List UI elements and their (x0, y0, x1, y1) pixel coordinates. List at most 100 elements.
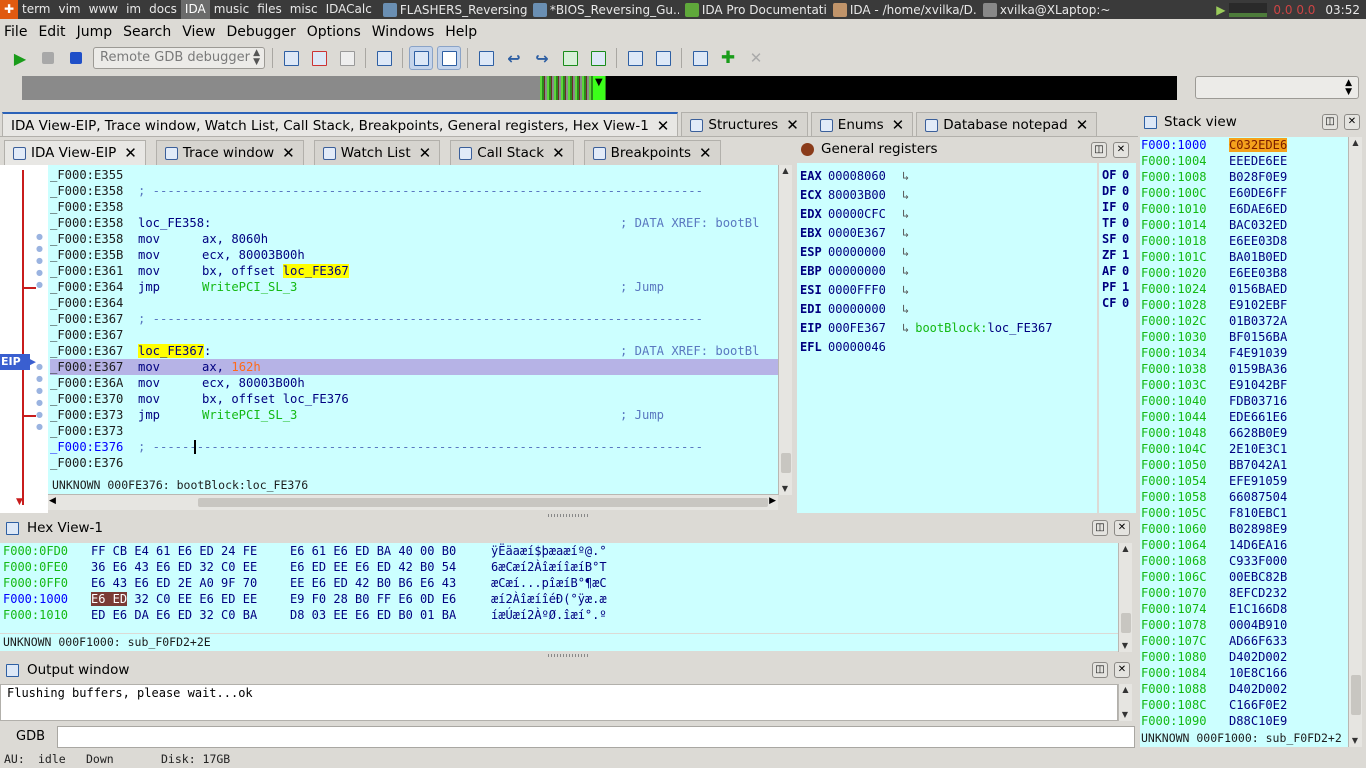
stack-close-button[interactable]: ✕ (1344, 114, 1360, 130)
stack-pane[interactable]: F000:1000 C032EDE6 F000:1004 EEEDE6EE F000:1… (1140, 137, 1348, 731)
delete-breakpoint-icon[interactable]: ✕ (744, 46, 768, 70)
jump-arrow-icon[interactable]: ↳ (902, 226, 909, 240)
task-item[interactable]: FLASHERS_Reversing... (380, 0, 530, 19)
stack-row[interactable]: F000:104C 2E10E3C1 (1141, 441, 1287, 457)
process-options-icon[interactable] (279, 46, 303, 70)
disasm-vscroll[interactable]: ▲ ▼ (778, 165, 792, 495)
menu-jump[interactable]: Jump (73, 24, 117, 40)
tab-close-icon[interactable]: ✕ (419, 144, 432, 162)
disasm-line[interactable]: _F000:E370 mov bx, offset loc_FE376 (50, 391, 778, 407)
disasm-line[interactable]: _F000:E358 (50, 199, 778, 215)
attach-process-icon[interactable] (307, 46, 331, 70)
debugger-select[interactable]: Remote GDB debugger ▲ ▼ (93, 47, 265, 69)
disasm-line[interactable]: _F000:E36A mov ecx, 80003B00h (50, 375, 778, 391)
flag-row[interactable]: TF 0 (1102, 215, 1129, 231)
menu-windows[interactable]: Windows (368, 24, 439, 40)
workspace-www[interactable]: www (85, 0, 122, 19)
flag-row[interactable]: OF 0 (1102, 167, 1129, 183)
jump-arrow-icon[interactable]: ↳ (902, 283, 909, 297)
stack-row[interactable]: F000:100C E60DE6FF (1141, 185, 1287, 201)
tab-close-icon[interactable]: ✕ (124, 144, 137, 162)
top-tab-0[interactable]: IDA View-EIP, Trace window, Watch List, … (2, 112, 679, 137)
tab-close-icon[interactable]: ✕ (786, 116, 799, 134)
stack-row[interactable]: F000:1040 FDB03716 (1141, 393, 1287, 409)
start-debugger-button[interactable]: ▶ (8, 46, 32, 70)
stack-row[interactable]: F000:1034 F4E91039 (1141, 345, 1287, 361)
hex-pane[interactable]: F000:0FD0 FF CB E4 61 E6 ED 24 FE E6 61 E6… (0, 543, 1118, 633)
stack-row[interactable]: F000:1038 0159BA36 (1141, 361, 1287, 377)
disasm-line[interactable]: _F000:E358 ; ----------------------------… (50, 183, 778, 199)
menu-file[interactable]: File (0, 24, 31, 40)
workspace-im[interactable]: im (122, 0, 145, 19)
stack-row[interactable]: F000:1050 BB7042A1 (1141, 457, 1287, 473)
jump-arrow-icon[interactable]: ↳ (902, 188, 909, 202)
stack-row[interactable]: F000:1010 E6DAE6ED (1141, 201, 1287, 217)
hex-row[interactable]: F000:0FF0 E6 43 E6 ED 2E A0 9F 70 EE E6 ED… (3, 575, 607, 591)
register-row[interactable]: EBX 0000E367 ↳ (800, 224, 1053, 243)
step-into-icon[interactable] (474, 46, 498, 70)
sub-tab-ida-view-eip[interactable]: IDA View-EIP ✕ (4, 140, 146, 165)
output-close-button[interactable]: ✕ (1114, 662, 1130, 678)
stack-row[interactable]: F000:1074 E1C166D8 (1141, 601, 1287, 617)
tab-close-icon[interactable]: ✕ (1076, 116, 1089, 134)
flag-row[interactable]: IF 0 (1102, 199, 1129, 215)
stack-row[interactable]: F000:1000 C032EDE6 (1141, 137, 1288, 153)
task-item[interactable]: xvilka@XLaptop:~ (980, 0, 1120, 19)
flag-row[interactable]: ZF 1 (1102, 247, 1129, 263)
top-tab-1[interactable]: Structures ✕ (681, 112, 808, 137)
register-row[interactable]: ESP 00000000 ↳ (800, 243, 1053, 262)
sub-tab-breakpoints[interactable]: Breakpoints ✕ (583, 140, 721, 165)
stack-row[interactable]: F000:1068 C933F000 (1141, 553, 1287, 569)
app-menu-icon[interactable]: ✚ (0, 0, 18, 19)
workspace-files[interactable]: files (253, 0, 286, 19)
disasm-line[interactable]: _F000:E367 ; ----------------------------… (50, 311, 778, 327)
disasm-line[interactable]: _F000:E358 mov ax, 8060h (50, 231, 778, 247)
hex-close-button[interactable]: ✕ (1114, 520, 1130, 536)
tab-close-icon[interactable]: ✕ (282, 144, 295, 162)
watch-icon[interactable] (688, 46, 712, 70)
disasm-line[interactable]: _F000:E355 (50, 167, 778, 183)
stack-float-button[interactable]: ◫ (1322, 114, 1338, 130)
stack-row[interactable]: F000:1028 E9102EBF (1141, 297, 1287, 313)
stack-row[interactable]: F000:1014 BAC032ED (1141, 217, 1287, 233)
jump-arrow-icon[interactable]: ↳ (902, 207, 909, 221)
disasm-hscroll[interactable]: ◀ ▶ (48, 494, 778, 510)
pause-button[interactable] (36, 46, 60, 70)
stop-button[interactable] (64, 46, 88, 70)
show-disasm-icon[interactable] (409, 46, 433, 70)
task-item[interactable]: *BIOS_Reversing_Gu... (530, 0, 682, 19)
workspace-music[interactable]: music (210, 0, 253, 19)
menu-view[interactable]: View (178, 24, 219, 40)
top-tab-3[interactable]: Database notepad ✕ (916, 112, 1098, 137)
trace-icon[interactable] (586, 46, 610, 70)
stack-row[interactable]: F000:1020 E6EE03B8 (1141, 265, 1287, 281)
menu-debugger[interactable]: Debugger (222, 24, 299, 40)
stack-row[interactable]: F000:1008 B028F0E9 (1141, 169, 1287, 185)
stack-vscroll[interactable]: ▲ ▼ (1348, 137, 1362, 747)
disasm-line[interactable]: _F000:E358 loc_FE358: ; DATA XREF: bootBl (50, 215, 778, 231)
workspace-vim[interactable]: vim (55, 0, 85, 19)
output-pane[interactable]: Flushing buffers, please wait...ok (0, 684, 1118, 721)
hex-row[interactable]: F000:1000 E6 ED 32 C0 EE E6 ED EE E9 F0 28… (3, 591, 607, 607)
task-item[interactable]: IDA - /home/xvilka/D... (830, 0, 980, 19)
disasm-line[interactable]: _F000:E364 (50, 295, 778, 311)
flag-row[interactable]: PF 1 (1102, 279, 1129, 295)
menu-options[interactable]: Options (303, 24, 365, 40)
disasm-line[interactable]: _F000:E373 jmp WritePCI_SL_3 ; Jump (50, 407, 778, 423)
jump-arrow-icon[interactable]: ↳ (902, 169, 909, 183)
register-row[interactable]: EIP 000FE367 ↳ bootBlock:loc_FE367 (800, 319, 1053, 338)
disasm-line[interactable]: _F000:E367 loc_FE367: ; DATA XREF: bootBl (50, 343, 778, 359)
disasm-line[interactable]: _F000:E361 mov bx, offset loc_FE367 (50, 263, 778, 279)
workspace-idacalc[interactable]: IDACalc (322, 0, 376, 19)
step-out-icon[interactable]: ↪ (530, 46, 554, 70)
output-vscroll[interactable]: ▲ ▼ (1118, 684, 1132, 721)
step-over-icon[interactable]: ↩ (502, 46, 526, 70)
jump-arrow-icon[interactable]: ↳ (902, 302, 909, 316)
tab-close-icon[interactable]: ✕ (552, 144, 565, 162)
stack-row[interactable]: F000:1048 6628B0E9 (1141, 425, 1287, 441)
stack-row[interactable]: F000:1054 EFE91059 (1141, 473, 1287, 489)
register-row[interactable]: EBP 00000000 ↳ (800, 262, 1053, 281)
flag-row[interactable]: CF 0 (1102, 295, 1129, 311)
disasm-line[interactable]: _F000:E376 (50, 455, 778, 471)
registers-close-button[interactable]: ✕ (1113, 142, 1129, 158)
